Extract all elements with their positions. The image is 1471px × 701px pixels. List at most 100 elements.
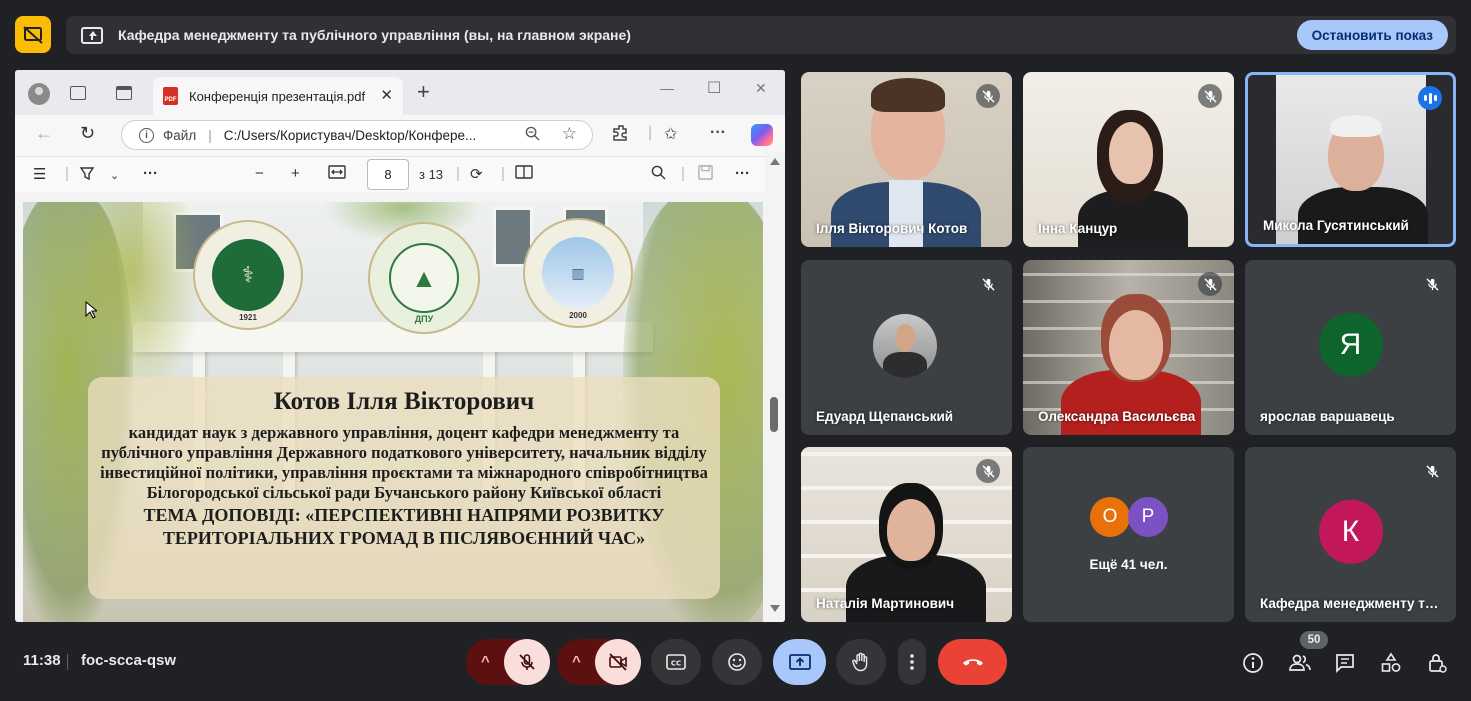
participant-tile[interactable]: К Кафедра менеджменту т… <box>1245 447 1456 622</box>
pdf-slide: ⚕ 1921 ▲ ДПУ ▥ 2000 Котов Ілля Вікторови… <box>23 202 763 622</box>
minimize-icon[interactable]: — <box>660 80 674 96</box>
seal3-year: 2000 <box>569 311 587 320</box>
close-window-icon[interactable]: ✕ <box>755 80 767 97</box>
reactions-button[interactable] <box>712 639 762 685</box>
back-arrow-icon[interactable]: ← <box>35 123 53 144</box>
others-tile[interactable]: О Р Ещё 41 чел. <box>1023 447 1234 622</box>
stop-presenting-button[interactable]: Остановить показ <box>1296 20 1448 50</box>
pdf-scrollbar[interactable] <box>765 151 785 622</box>
address-toolbar: ← ↻ i Файл | C:/Users/Користувач/Desktop… <box>15 115 785 156</box>
shared-screen: PDF Конференція презентація.pdf ✕ + — ☐ … <box>15 70 785 622</box>
more-pdf-tools-icon[interactable]: ··· <box>143 165 158 182</box>
favorites-icon[interactable]: ✩ <box>664 124 677 144</box>
camera-off-icon <box>609 653 627 671</box>
video-options-chevron-icon[interactable]: ^ <box>572 653 581 670</box>
camera-toggle-button[interactable] <box>595 639 641 685</box>
address-bar[interactable]: i Файл | C:/Users/Користувач/Desktop/Кон… <box>121 120 593 150</box>
participant-avatar-initial: Р <box>1128 497 1168 537</box>
contents-list-icon[interactable]: ☰ <box>33 165 46 183</box>
presenting-banner: Кафедра менеджменту та публічного управл… <box>66 16 1456 54</box>
meeting-details-button[interactable] <box>1242 652 1264 679</box>
close-tab-icon[interactable]: ✕ <box>380 86 393 104</box>
scroll-down-arrow-icon[interactable] <box>770 605 780 612</box>
scroll-up-arrow-icon[interactable] <box>770 158 780 165</box>
participant-tile[interactable]: Я ярослав варшавець <box>1245 260 1456 435</box>
tab-actions-icon[interactable] <box>116 86 132 100</box>
new-tab-icon[interactable]: + <box>417 79 430 105</box>
present-off-icon <box>23 25 43 44</box>
scrollbar-thumb[interactable] <box>770 397 778 432</box>
fit-to-width-icon[interactable] <box>328 165 346 183</box>
reload-icon[interactable]: ↻ <box>80 123 95 144</box>
seal2-abbr: ДПУ <box>414 314 434 324</box>
chat-button[interactable] <box>1334 652 1356 679</box>
pdf-toolbar-divider-3: | <box>501 165 505 182</box>
participant-tile[interactable]: Олександра Васильєва <box>1023 260 1234 435</box>
rotate-icon[interactable]: ⟳ <box>470 165 483 183</box>
captions-button[interactable]: CC <box>651 639 701 685</box>
raise-hand-button[interactable] <box>836 639 886 685</box>
page-count: з 13 <box>419 167 444 182</box>
leave-call-button[interactable] <box>938 639 1007 685</box>
muted-mic-icon <box>976 84 1000 108</box>
speaker-topic: ТЕМА ДОПОВІДІ: «ПЕРСПЕКТИВНІ НАПРЯМИ РОЗ… <box>143 505 665 548</box>
svg-text:CC: CC <box>671 660 681 668</box>
activities-button[interactable] <box>1380 652 1402 679</box>
mic-off-icon <box>519 654 535 670</box>
participant-tile[interactable]: Ілля Вікторович Котов <box>801 72 1012 247</box>
participant-tile[interactable]: Едуард Щепанський <box>801 260 1012 435</box>
zoom-out-icon[interactable]: − <box>255 165 264 182</box>
highlight-icon[interactable] <box>79 165 95 185</box>
participant-video-head <box>887 499 935 561</box>
maximize-icon[interactable]: ☐ <box>707 78 721 98</box>
host-controls-lock-icon <box>1429 654 1447 673</box>
speaker-caption-box: Котов Ілля Вікторович кандидат наук з де… <box>88 377 720 599</box>
more-menu-icon[interactable]: ··· <box>710 124 726 142</box>
zoom-in-icon[interactable]: + <box>291 165 300 182</box>
participant-name: Ілля Вікторович Котов <box>816 221 968 236</box>
participant-tile-speaking[interactable]: Микола Гусятинський <box>1245 72 1456 247</box>
muted-mic-icon <box>1420 459 1444 483</box>
copilot-icon[interactable] <box>751 124 773 146</box>
participant-video-hair <box>1330 115 1382 137</box>
present-now-button[interactable] <box>773 639 826 685</box>
pdf-file-icon: PDF <box>163 87 178 105</box>
presenting-banner-title: Кафедра менеджменту та публічного управл… <box>118 27 631 43</box>
pdf-toolbar: ☰ | ⌄ ··· − + 8 з 13 | ⟳ | | ··· <box>15 156 785 192</box>
camera-control-group: ^ <box>557 639 641 685</box>
people-icon <box>1289 654 1311 671</box>
participant-tile[interactable]: Наталія Мартинович <box>801 447 1012 622</box>
muted-mic-icon <box>976 272 1000 296</box>
participant-tile[interactable]: Інна Канцур <box>1023 72 1234 247</box>
url-text: C:/Users/Користувач/Desktop/Конфере... <box>223 127 477 143</box>
end-call-icon <box>962 659 983 666</box>
participant-video-body <box>1298 187 1428 244</box>
microphone-toggle-button[interactable] <box>504 639 550 685</box>
extensions-icon[interactable] <box>612 124 630 147</box>
chat-icon <box>1336 654 1354 674</box>
host-controls-button[interactable] <box>1426 652 1448 679</box>
pdf-settings-more-icon[interactable]: ··· <box>735 165 750 182</box>
page-number-input[interactable]: 8 <box>367 159 409 190</box>
closed-captions-icon: CC <box>666 654 686 670</box>
speaker-description: кандидат наук з державного управління, д… <box>100 423 708 502</box>
profile-icon[interactable] <box>28 83 50 105</box>
stop-presenting-icon-button[interactable] <box>15 16 51 53</box>
search-icon[interactable] <box>651 165 666 184</box>
more-vertical-icon <box>910 654 914 670</box>
workspaces-icon[interactable] <box>70 86 86 100</box>
muted-mic-icon <box>1198 272 1222 296</box>
save-icon[interactable] <box>698 165 713 184</box>
browser-tab-active[interactable]: PDF Конференція презентація.pdf ✕ <box>153 77 403 115</box>
zoom-icon[interactable] <box>525 126 540 145</box>
favorite-star-icon[interactable]: ☆ <box>562 124 577 144</box>
more-options-button[interactable] <box>898 639 926 685</box>
page-view-icon[interactable] <box>515 165 533 183</box>
seal1-year: 1921 <box>239 313 257 322</box>
audio-options-chevron-icon[interactable]: ^ <box>481 653 490 670</box>
info-icon[interactable]: i <box>139 127 154 143</box>
chevron-down-icon[interactable]: ⌄ <box>110 169 119 182</box>
info-icon <box>1243 653 1263 673</box>
people-button[interactable] <box>1288 652 1312 679</box>
participants-count-badge: 50 <box>1300 631 1328 649</box>
